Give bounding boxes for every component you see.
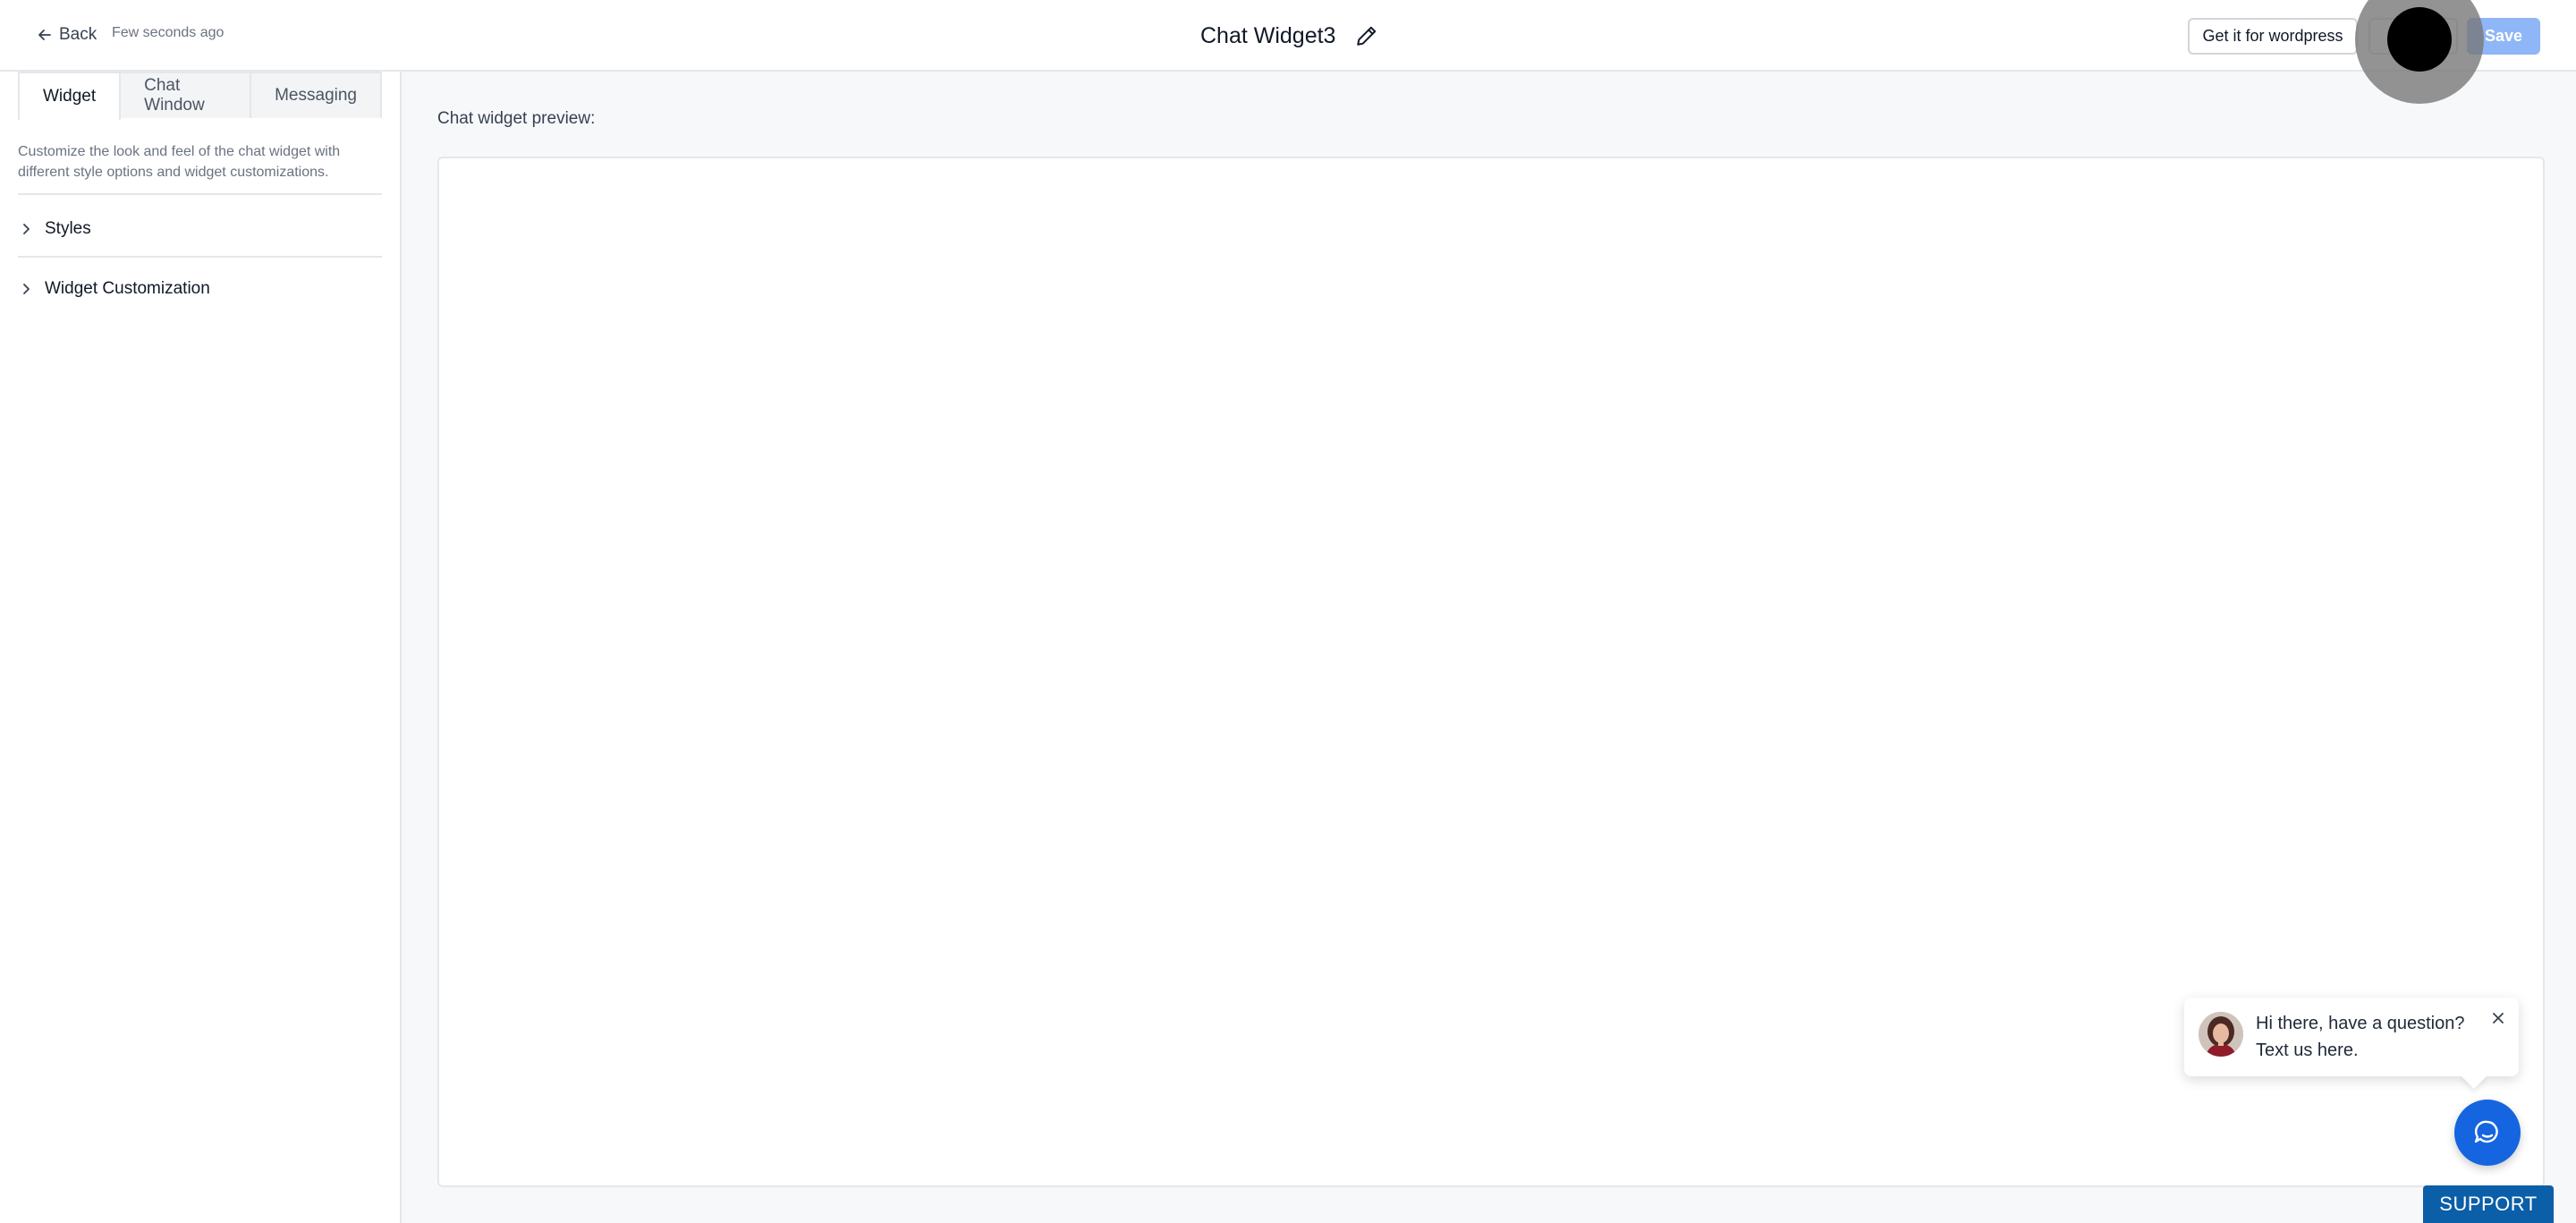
back-button[interactable]: Back [36,21,97,48]
section-styles-label: Styles [45,219,91,238]
tab-chat-window[interactable]: Chat Window [121,72,252,118]
back-label: Back [59,25,97,44]
widget-title: Chat Widget3 [1200,22,1336,48]
title-group: Chat Widget3 [1200,18,1378,54]
widget-tab-description: Customize the look and feel of the chat … [18,144,341,180]
close-icon[interactable] [2490,1010,2506,1026]
pencil-icon[interactable] [1355,24,1378,47]
arrow-left-icon [38,30,51,40]
settings-sidebar: Widget Chat Window Messaging Customize t… [0,72,402,1223]
chevron-right-icon [23,224,30,234]
chevron-right-icon [23,284,30,294]
section-widget-customization[interactable]: Widget Customization [18,271,382,307]
agent-avatar-image [2199,1012,2243,1057]
tab-widget[interactable]: Widget [18,72,122,120]
support-button[interactable]: SUPPORT [2423,1185,2554,1223]
chat-bubble-icon [2474,1120,2498,1143]
tab-messaging[interactable]: Messaging [251,72,382,118]
cursor-dot [2387,7,2452,72]
settings-tabs: Widget Chat Window Messaging [18,72,382,120]
section-widget-customization-label: Widget Customization [45,279,210,298]
section-styles[interactable]: Styles [18,211,382,247]
chat-launcher-button[interactable] [2454,1100,2521,1166]
divider [18,256,382,258]
greeting-text: Hi there, have a question? Text us here. [2256,1014,2465,1060]
get-wordpress-button[interactable]: Get it for wordpress [2188,18,2358,55]
top-header: Back Few seconds ago Chat Widget3 Get it… [0,0,2576,72]
saved-time-label: Few seconds ago [112,25,225,40]
greeting-bubble[interactable]: Hi there, have a question? Text us here. [2184,998,2519,1076]
agent-avatar [2199,1012,2243,1057]
preview-label: Chat widget preview: [437,109,596,128]
divider [18,193,382,195]
